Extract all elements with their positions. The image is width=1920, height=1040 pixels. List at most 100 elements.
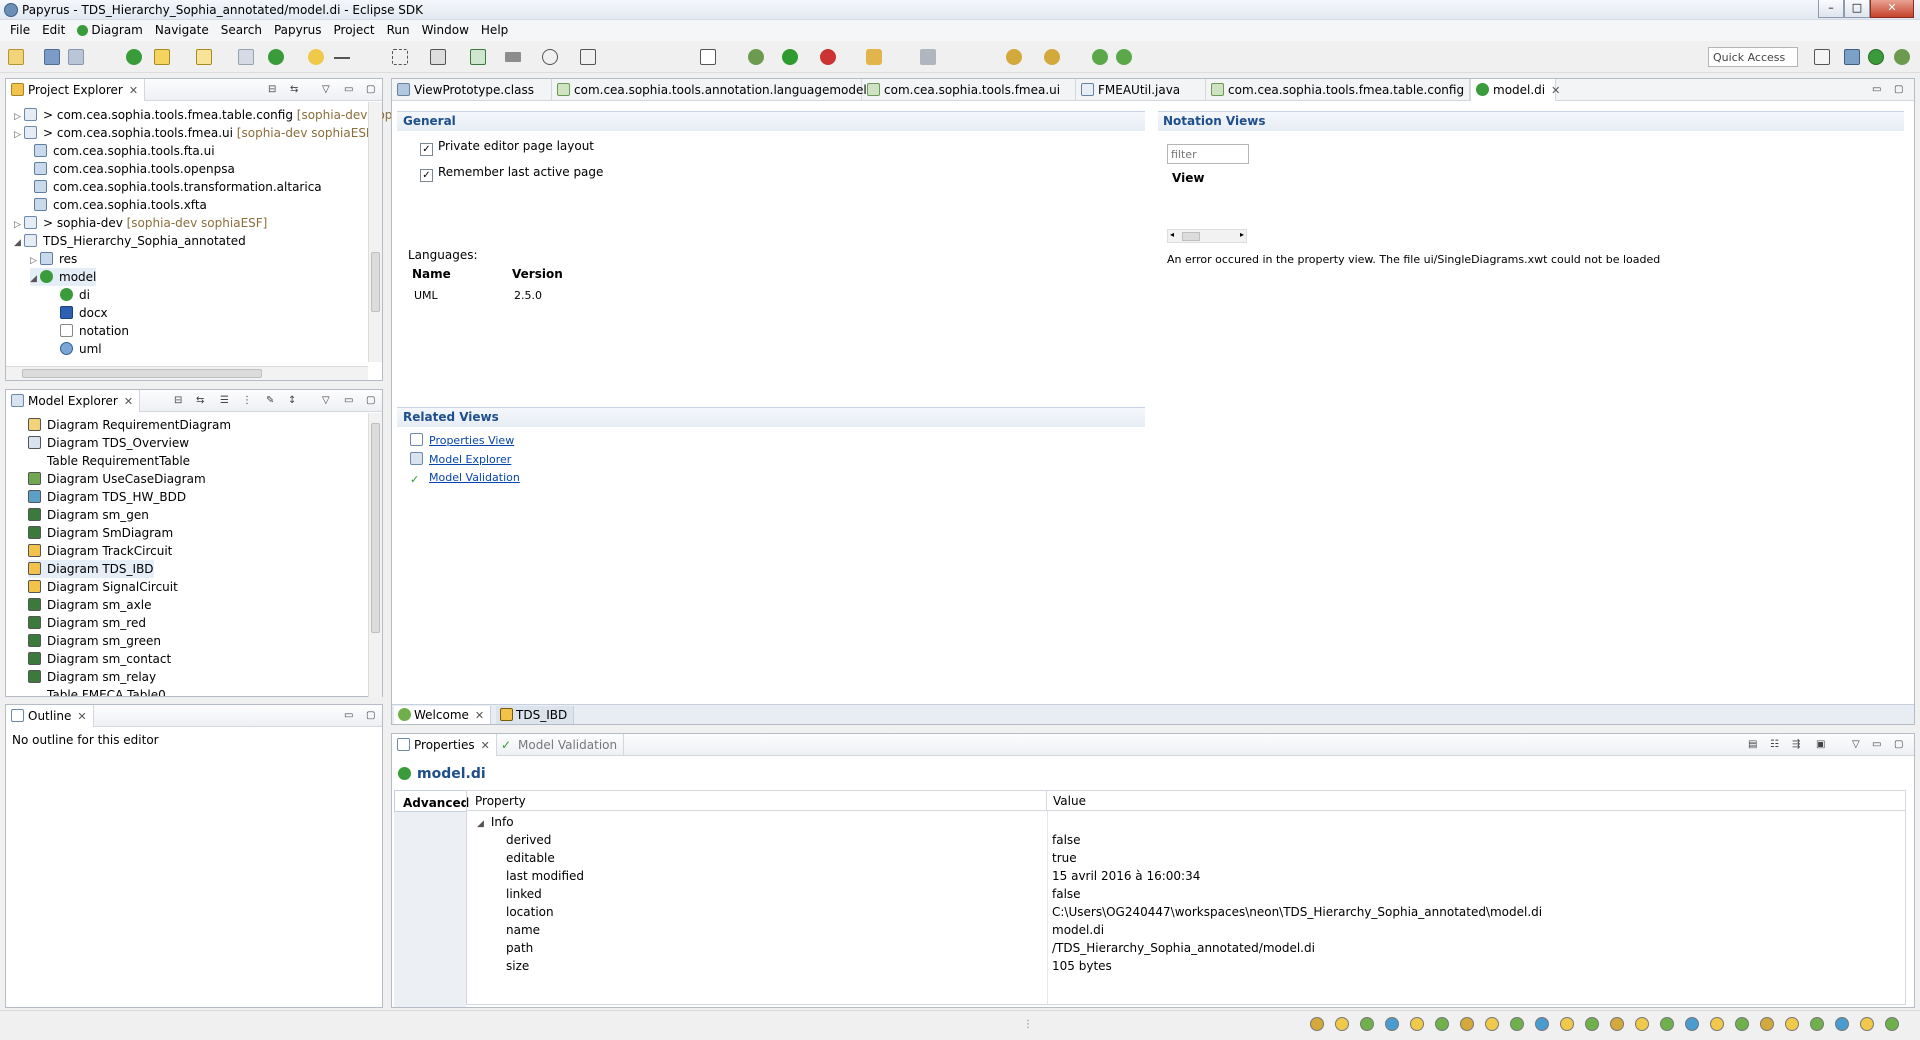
project-tree-item[interactable]: com.cea.sophia.tools.openpsa xyxy=(24,160,235,178)
tab-languagemodel[interactable]: com.cea.sophia.tools.annotation.language… xyxy=(552,79,867,101)
tab-viewprototype[interactable]: ViewPrototype.class xyxy=(392,79,552,101)
minimized-view-icon[interactable] xyxy=(1460,1017,1474,1031)
close-icon[interactable]: ✕ xyxy=(77,710,86,723)
align-icon[interactable] xyxy=(430,49,446,65)
new-icon[interactable] xyxy=(8,49,24,65)
distribute-icon[interactable] xyxy=(505,52,521,62)
project-tree-item[interactable]: ◢ TDS_Hierarchy_Sophia_annotated xyxy=(14,232,246,250)
forward-nav-icon[interactable] xyxy=(1116,49,1132,65)
model-explorer-link[interactable]: Model Explorer xyxy=(410,452,511,466)
routing-icon[interactable] xyxy=(580,49,596,65)
open-perspective-icon[interactable] xyxy=(1814,49,1830,65)
project-tree-item[interactable]: com.cea.sophia.tools.fta.ui xyxy=(24,142,215,160)
sort-icon[interactable]: ↕ xyxy=(288,395,296,406)
view-scrollbar[interactable]: ◂ ▸ xyxy=(1167,229,1247,243)
back-icon[interactable] xyxy=(1006,49,1022,65)
property-row[interactable]: name model.di xyxy=(466,921,1906,939)
menu-project[interactable]: Project xyxy=(328,20,381,41)
forward-icon[interactable] xyxy=(1044,49,1060,65)
tab-project-explorer[interactable]: Project Explorer ✕ xyxy=(6,79,146,101)
minimized-view-icon[interactable] xyxy=(1410,1017,1424,1031)
vertical-scrollbar[interactable] xyxy=(368,413,382,697)
pin-icon[interactable]: ▤ xyxy=(1748,739,1757,750)
minimized-view-icon[interactable] xyxy=(1510,1017,1524,1031)
minimized-view-icon[interactable] xyxy=(1585,1017,1599,1031)
menu-help[interactable]: Help xyxy=(475,20,514,41)
minimized-view-icon[interactable] xyxy=(1560,1017,1574,1031)
minimized-view-icon[interactable] xyxy=(1485,1017,1499,1031)
debug-icon[interactable] xyxy=(748,49,764,65)
vertical-scrollbar[interactable] xyxy=(368,102,382,362)
property-row[interactable]: path/TDS_Hierarchy_Sophia_annotated/mode… xyxy=(466,939,1906,957)
minimized-view-icon[interactable] xyxy=(1885,1017,1899,1031)
tab-welcome[interactable]: Welcome ✕ xyxy=(394,706,492,724)
menu-run[interactable]: Run xyxy=(381,20,416,41)
model-validation-link[interactable]: ✓ Model Validation xyxy=(410,471,520,486)
select-icon[interactable] xyxy=(392,49,408,65)
tab-tds-ibd[interactable]: TDS_IBD xyxy=(496,706,575,724)
view-menu-icon[interactable]: ▽ xyxy=(322,395,330,406)
model-tree-item[interactable]: Diagram SignalCircuit xyxy=(28,578,178,596)
minimized-view-icon[interactable] xyxy=(1785,1017,1799,1031)
remember-page-option[interactable]: ✓ Remember last active page xyxy=(420,165,603,182)
maximize-view-icon[interactable]: ▢ xyxy=(1894,739,1903,750)
search-toolbar-icon[interactable] xyxy=(866,49,882,65)
model-tree-item[interactable]: Diagram TrackCircuit xyxy=(28,542,172,560)
debug-perspective-icon[interactable] xyxy=(1894,49,1910,65)
edit-icon[interactable]: ✎ xyxy=(266,395,274,406)
external-tools-icon[interactable] xyxy=(820,49,836,65)
refresh-icon[interactable] xyxy=(268,49,284,65)
model-tree-item[interactable]: Diagram sm_gen xyxy=(28,506,149,524)
property-row[interactable]: last modified 15 avril 2016 à 16:00:34 xyxy=(466,867,1906,885)
tab-model-di[interactable]: model.di ✕ xyxy=(1470,79,1560,101)
close-icon[interactable]: ✕ xyxy=(129,84,138,97)
close-window-button[interactable]: ✕ xyxy=(1870,0,1914,18)
menu-search[interactable]: Search xyxy=(215,20,268,41)
property-row[interactable]: location C:\Users\OG240447\workspaces\neo… xyxy=(466,903,1906,921)
model-tree-item[interactable]: Diagram TDS_IBD xyxy=(28,560,154,578)
advanced-tab[interactable]: Advanced xyxy=(394,790,469,812)
model-tree-item[interactable]: Diagram sm_red xyxy=(28,614,146,632)
java-perspective-icon[interactable] xyxy=(1844,49,1860,65)
maximize-view-icon[interactable]: ▢ xyxy=(366,84,375,95)
minimized-view-icon[interactable] xyxy=(1835,1017,1849,1031)
menu-file[interactable]: File xyxy=(4,20,36,41)
link-editor-icon[interactable]: ⇆ xyxy=(290,84,298,95)
property-row[interactable]: editable true xyxy=(466,849,1906,867)
next-annotation-icon[interactable] xyxy=(920,49,936,65)
connector-icon[interactable] xyxy=(334,49,350,59)
horizontal-scrollbar[interactable] xyxy=(6,366,368,380)
collapse-all-icon[interactable]: ⊟ xyxy=(268,84,276,95)
expand-arrow-icon[interactable]: ◢ xyxy=(14,234,24,252)
project-tree-item[interactable]: ▷ res xyxy=(30,250,77,268)
layout-icon[interactable] xyxy=(196,49,212,65)
tab-fmeautil[interactable]: FMEAUtil.java xyxy=(1076,79,1206,101)
project-tree-item[interactable]: ▷ > sophia-dev [sophia-dev sophiaESF] xyxy=(14,214,267,232)
minimize-view-icon[interactable]: ▭ xyxy=(344,84,353,95)
open-type-icon[interactable] xyxy=(154,49,170,65)
minimized-view-icon[interactable] xyxy=(1810,1017,1824,1031)
model-tree-item[interactable]: Diagram sm_axle xyxy=(28,596,151,614)
minimized-view-icon[interactable] xyxy=(1860,1017,1874,1031)
menu-diagram[interactable]: Diagram xyxy=(71,20,149,41)
model-tree-item[interactable]: Diagram SmDiagram xyxy=(28,524,173,542)
minimize-view-icon[interactable]: ▭ xyxy=(344,710,353,721)
maximize-view-icon[interactable]: ▢ xyxy=(1894,84,1903,95)
filter-input[interactable] xyxy=(1167,144,1249,164)
tab-fmea-table-config[interactable]: com.cea.sophia.tools.fmea.table.config xyxy=(1206,79,1470,101)
tab-model-validation[interactable]: ✓ Model Validation xyxy=(496,734,625,756)
property-row[interactable]: size 105 bytes xyxy=(466,957,1906,975)
minimized-view-icon[interactable] xyxy=(1685,1017,1699,1031)
tab-properties[interactable]: Properties ✕ xyxy=(392,734,497,756)
link-icon[interactable] xyxy=(308,49,324,65)
project-tree-item[interactable]: di xyxy=(50,286,90,304)
project-tree-item[interactable]: ▷ > com.cea.sophia.tools.fmea.ui [sophia-… xyxy=(14,124,378,142)
model-tree-item[interactable]: Diagram RequirementDiagram xyxy=(28,416,231,434)
model-tree-item[interactable]: Diagram sm_green xyxy=(28,632,161,650)
project-tree-item[interactable]: ▷ > com.cea.sophia.tools.fmea.table.confi… xyxy=(14,106,403,124)
run-icon[interactable] xyxy=(782,49,798,65)
menu-edit[interactable]: Edit xyxy=(36,20,71,41)
model-tree-item[interactable]: Table FMECA Table0 xyxy=(28,686,166,696)
back-nav-icon[interactable] xyxy=(1092,49,1108,65)
arrange-icon[interactable] xyxy=(470,49,486,65)
